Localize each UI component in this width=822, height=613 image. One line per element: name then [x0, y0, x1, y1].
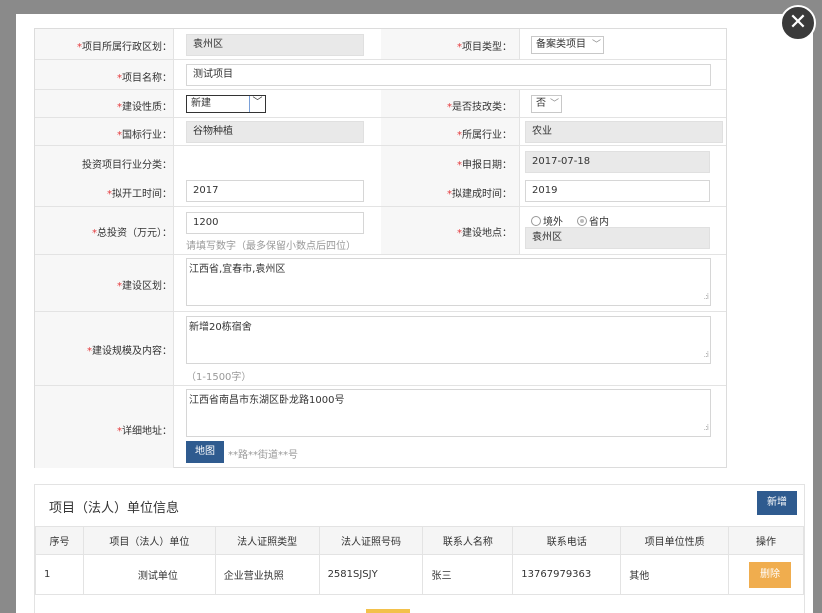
col-nature: 项目单位性质: [620, 526, 729, 555]
row-admin-area: *项目所属行政区划： 袁州区 *项目类型： 备案类项目 ﹀: [35, 29, 726, 60]
col-action: 操作: [727, 526, 805, 555]
scale-content-textarea[interactable]: 新增20栋宿舍 .:i: [186, 316, 711, 364]
radio-icon: [531, 216, 541, 226]
admin-area-label: *项目所属行政区划：: [77, 42, 172, 53]
radio-selected-icon: [577, 216, 587, 226]
resize-grip-icon[interactable]: .:i: [704, 290, 710, 304]
col-cert-type: 法人证照类型: [214, 526, 320, 555]
col-no: 序号: [35, 526, 84, 555]
cell-contact: 张三: [422, 554, 514, 595]
unit-table: 序号 项目（法人）单位 法人证照类型 法人证照号码 联系人名称 联系电话 项目单…: [35, 526, 805, 595]
cell-cert-no: 2581SJSJY: [318, 554, 424, 595]
close-button[interactable]: ✕: [780, 5, 816, 41]
close-icon: ✕: [788, 10, 808, 35]
col-contact: 联系人名称: [422, 526, 514, 555]
row-invest-location: *总投资（万元）： 1200 请填写数字（最多保留小数点后四位） *建设地点： …: [35, 207, 726, 255]
row-dates: 投资项目行业分类： *申报日期： 2017-07-18 *拟开工时间： 2017…: [35, 146, 726, 207]
cell-nature: 其他: [620, 554, 729, 595]
finish-time-label: *拟建成时间：: [447, 189, 512, 200]
chevron-down-icon: ﹀: [249, 96, 265, 112]
report-date-field[interactable]: 2017-07-18: [525, 151, 710, 173]
row-address: *详细地址： 江西省南昌市东湖区卧龙路1000号 .:i 地图 **路**街道*…: [35, 386, 726, 468]
project-form: *项目所属行政区划： 袁州区 *项目类型： 备案类项目 ﹀ *项目名称： 测试项…: [34, 28, 727, 468]
table-header-row: 序号 项目（法人）单位 法人证照类型 法人证照号码 联系人名称 联系电话 项目单…: [35, 526, 805, 555]
start-time-label: *拟开工时间：: [107, 189, 172, 200]
tech-reform-label: *是否技改类：: [447, 102, 512, 113]
project-name-label: *项目名称：: [117, 73, 172, 84]
chevron-down-icon: ﹀: [591, 40, 601, 50]
national-industry-label: *国标行业：: [117, 130, 172, 141]
finish-time-input[interactable]: 2019: [525, 180, 710, 202]
cell-cert-type: 企业营业执照: [214, 554, 320, 595]
build-nature-select[interactable]: 新建 ﹀: [186, 95, 266, 113]
map-button[interactable]: 地图: [186, 441, 224, 463]
row-build-nature: *建设性质： 新建 ﹀ *是否技改类： 否 ﹀: [35, 90, 726, 118]
total-invest-label: *总投资（万元）：: [92, 228, 172, 239]
industry-label: *所属行业：: [457, 130, 512, 141]
scale-content-label: *建设规模及内容：: [87, 346, 172, 357]
chevron-down-icon: ﹀: [549, 99, 559, 109]
tech-reform-select[interactable]: 否 ﹀: [531, 95, 562, 113]
project-type-label: *项目类型：: [457, 42, 512, 53]
address-hint: **路**街道**号: [228, 450, 298, 461]
location-field[interactable]: 袁州区: [525, 227, 710, 249]
scale-content-hint: （1-1500字）: [186, 372, 252, 383]
location-radio-outside[interactable]: 境外: [531, 213, 563, 228]
cell-phone: 13767979363: [512, 554, 622, 595]
row-build-area: *建设区划： 江西省,宜春市,袁州区 .:i: [35, 255, 726, 312]
unit-section: 项目（法人）单位信息 新增 序号 项目（法人）单位 法人证照类型 法人证照号码 …: [34, 484, 805, 613]
row-project-name: *项目名称： 测试项目: [35, 60, 726, 90]
report-date-label: *申报日期：: [457, 160, 512, 171]
row-scale-content: *建设规模及内容： 新增20栋宿舍 .:i （1-1500字）: [35, 312, 726, 386]
location-label: *建设地点：: [457, 228, 512, 239]
cell-action: 删除: [727, 554, 805, 595]
col-unit: 项目（法人）单位: [82, 526, 216, 555]
national-industry-field[interactable]: 谷物种植: [186, 121, 364, 143]
resize-grip-icon[interactable]: .:i: [704, 421, 710, 435]
unit-section-title: 项目（法人）单位信息: [49, 501, 180, 516]
invest-category-label: 投资项目行业分类：: [82, 160, 172, 171]
add-unit-button[interactable]: 新增: [757, 491, 797, 515]
project-type-select[interactable]: 备案类项目 ﹀: [531, 36, 604, 54]
total-invest-input[interactable]: 1200: [186, 212, 364, 234]
delete-button[interactable]: 删除: [748, 561, 791, 588]
bottom-strip: [366, 609, 410, 613]
col-cert-no: 法人证照号码: [318, 526, 424, 555]
admin-area-field[interactable]: 袁州区: [186, 34, 364, 56]
start-time-input[interactable]: 2017: [186, 180, 364, 202]
build-area-label: *建设区划：: [117, 281, 172, 292]
location-radio-inside[interactable]: 省内: [577, 213, 609, 228]
build-area-textarea[interactable]: 江西省,宜春市,袁州区 .:i: [186, 258, 711, 306]
table-row: 1 测试单位 企业营业执照 2581SJSJY 张三 13767979363 其…: [35, 554, 805, 595]
total-invest-hint: 请填写数字（最多保留小数点后四位）: [186, 241, 356, 252]
address-textarea[interactable]: 江西省南昌市东湖区卧龙路1000号 .:i: [186, 389, 711, 437]
row-industry: *国标行业： 谷物种植 *所属行业： 农业: [35, 118, 726, 146]
resize-grip-icon[interactable]: .:i: [704, 348, 710, 362]
col-phone: 联系电话: [512, 526, 622, 555]
industry-field[interactable]: 农业: [525, 121, 723, 143]
build-nature-label: *建设性质：: [117, 102, 172, 113]
project-name-input[interactable]: 测试项目: [186, 64, 711, 86]
address-label: *详细地址：: [117, 426, 172, 437]
cell-no: 1: [35, 554, 84, 595]
cell-unit: 测试单位: [82, 554, 216, 595]
